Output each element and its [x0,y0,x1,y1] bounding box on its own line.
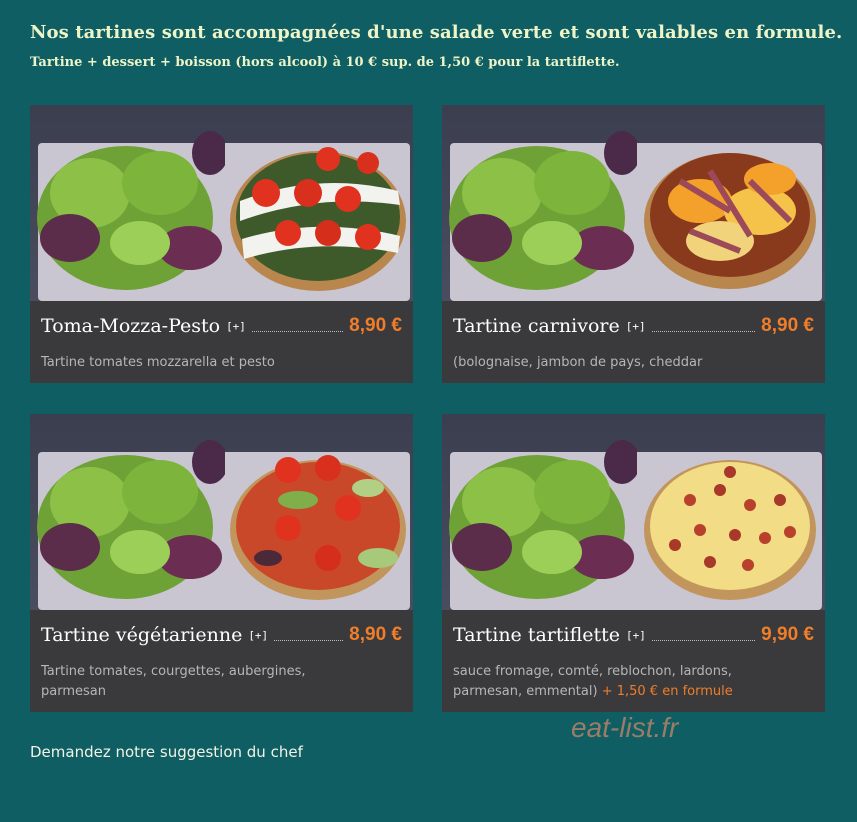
tartine-carnivore-image [442,105,825,301]
item-title[interactable]: Tartine végétarienne [41,624,242,646]
more-info-icon[interactable]: [+] [226,320,246,333]
leader-dots [274,639,344,641]
leader-dots [651,330,756,332]
menu-card-carnivore[interactable]: Tartine carnivore [+] 8,90 € (bolognaise… [442,105,825,383]
more-info-icon[interactable]: [+] [626,320,646,333]
item-description: (bolognaise, jambon de pays, cheddar [453,355,703,370]
item-description-line2: parmesan [41,684,106,699]
item-description: Tartine tomates mozzarella et pesto [41,355,275,370]
leader-dots [251,330,344,332]
formula-surcharge: + 1,50 € en formule [601,684,733,699]
watermark: eat-list.fr [571,712,679,743]
item-title[interactable]: Tartine carnivore [453,315,620,337]
item-price: 8,90 € [761,315,814,336]
menu-card-vegetarienne[interactable]: Tartine végétarienne [+] 8,90 € Tartine … [30,414,413,712]
item-price: 8,90 € [349,315,402,336]
item-description: Tartine tomates, courgettes, aubergines, [41,664,306,679]
item-price: 8,90 € [349,624,402,645]
tartine-tartiflette-image [442,414,825,610]
tartine-tomato-mozzarella-pesto-image [30,105,413,301]
leader-dots [651,639,756,641]
headline: Nos tartines sont accompagnées d'une sal… [30,22,843,43]
item-title[interactable]: Tartine tartiflette [453,624,620,646]
item-price: 9,90 € [761,624,814,645]
chef-suggestion-text: Demandez notre suggestion du chef [30,743,303,761]
formula-subline: Tartine + dessert + boisson (hors alcool… [30,55,620,70]
menu-card-toma-mozza-pesto[interactable]: Toma-Mozza-Pesto [+] 8,90 € Tartine toma… [30,105,413,383]
menu-card-tartiflette[interactable]: Tartine tartiflette [+] 9,90 € sauce fro… [442,414,825,712]
more-info-icon[interactable]: [+] [248,629,268,642]
item-title[interactable]: Toma-Mozza-Pesto [41,315,220,337]
more-info-icon[interactable]: [+] [626,629,646,642]
tartine-vegetarienne-image [30,414,413,610]
item-description-line2: parmesan, emmental) [453,684,598,699]
item-description: sauce fromage, comté, reblochon, lardons… [453,664,732,679]
